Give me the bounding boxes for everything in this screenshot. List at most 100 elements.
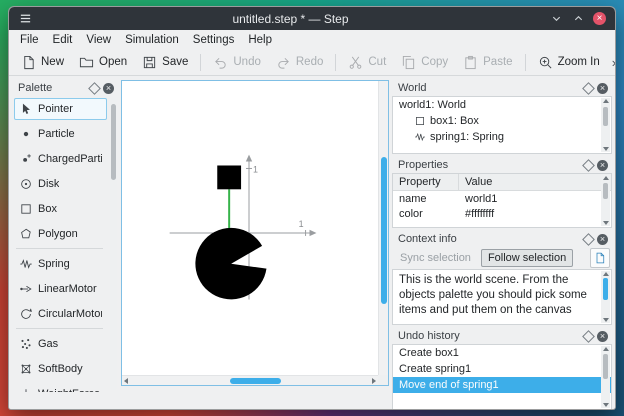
disk-object[interactable] — [195, 227, 267, 300]
close-panel-icon[interactable] — [103, 82, 114, 94]
scroll-down-icon[interactable] — [602, 221, 609, 225]
float-panel-icon[interactable] — [582, 81, 595, 95]
property-row-name[interactable]: name world1 — [393, 191, 611, 206]
undo-panel-header[interactable]: Undo history — [392, 328, 612, 344]
palette-item-box[interactable]: Box — [14, 198, 107, 220]
follow-selection-button[interactable]: Follow selection — [480, 249, 574, 267]
palette-panel-header[interactable]: Palette — [12, 80, 118, 96]
scene-vertical-scrollbar[interactable] — [378, 81, 388, 375]
scene-horizontal-scrollbar-thumb[interactable] — [229, 378, 281, 384]
undo-icon — [215, 57, 226, 69]
close-panel-icon[interactable] — [597, 330, 608, 342]
undo-scrollbar[interactable] — [601, 346, 610, 408]
tree-item-box1[interactable]: box1: Box — [393, 113, 611, 129]
context-document-button[interactable] — [590, 248, 610, 268]
open-button[interactable]: Open — [72, 52, 134, 73]
hamburger-menu-icon[interactable] — [18, 12, 32, 26]
property-cell[interactable]: name — [393, 193, 459, 205]
redo-button[interactable]: Redo — [269, 52, 331, 73]
scroll-left-icon[interactable] — [124, 377, 128, 384]
palette-item-chargedparticle[interactable]: ChargedParticle — [14, 148, 107, 170]
properties-scrollbar-thumb[interactable] — [603, 182, 608, 199]
menu-view[interactable]: View — [79, 32, 118, 48]
palette-item-gas[interactable]: Gas — [14, 333, 107, 355]
undo-button[interactable]: Undo — [206, 52, 268, 73]
menu-simulation[interactable]: Simulation — [118, 32, 186, 48]
undo-item-create-spring1[interactable]: Create spring1 — [393, 361, 611, 377]
close-window-icon[interactable]: × — [593, 12, 606, 25]
scroll-up-icon[interactable] — [602, 176, 609, 180]
world-scrollbar[interactable] — [601, 98, 610, 152]
palette-item-circularmotor[interactable]: CircularMotor — [14, 303, 107, 325]
property-cell[interactable]: color — [393, 208, 459, 220]
titlebar[interactable]: untitled.step * — Step × — [9, 7, 615, 30]
menu-file[interactable]: File — [13, 32, 46, 48]
properties-table-header[interactable]: Property Value — [393, 174, 611, 191]
scroll-right-icon[interactable] — [372, 377, 376, 384]
column-value[interactable]: Value — [459, 176, 611, 188]
palette-item-polygon[interactable]: Polygon — [14, 223, 107, 245]
undo-item-create-box1[interactable]: Create box1 — [393, 345, 611, 361]
save-button[interactable]: Save — [135, 52, 195, 73]
close-panel-icon[interactable] — [597, 233, 608, 245]
scroll-up-icon[interactable] — [602, 272, 609, 276]
zoom-in-button[interactable]: Zoom In — [531, 52, 607, 73]
world-scrollbar-thumb[interactable] — [603, 107, 608, 127]
cut-button[interactable]: Cut — [341, 52, 393, 73]
float-panel-icon[interactable] — [582, 232, 595, 246]
palette-item-weightforce[interactable]: WeightForce — [14, 383, 107, 392]
undo-item-move-end-of-spring1[interactable]: Move end of spring1 — [393, 377, 611, 393]
scene-canvas[interactable]: 1 1 — [122, 81, 378, 375]
palette-item-disk[interactable]: Disk — [14, 173, 107, 195]
scrollbar-corner — [378, 375, 388, 385]
column-property[interactable]: Property — [393, 174, 459, 190]
float-panel-icon[interactable] — [582, 329, 595, 343]
tree-item-label: spring1: Spring — [430, 131, 504, 143]
scene-canvas-area[interactable]: 1 1 — [122, 81, 378, 375]
value-cell[interactable]: world1 — [459, 193, 611, 205]
float-panel-icon[interactable] — [88, 81, 101, 95]
world-panel-header[interactable]: World — [392, 80, 612, 96]
tree-item-spring1[interactable]: spring1: Spring — [393, 129, 611, 145]
undo-scrollbar-thumb[interactable] — [603, 354, 608, 379]
menu-help[interactable]: Help — [241, 32, 279, 48]
scene-horizontal-scrollbar[interactable] — [122, 375, 378, 385]
palette-item-spring[interactable]: Spring — [14, 253, 107, 275]
context-scrollbar[interactable] — [601, 271, 610, 323]
close-panel-icon[interactable] — [597, 159, 608, 171]
open-folder-icon — [79, 57, 94, 67]
properties-scrollbar[interactable] — [601, 175, 610, 226]
close-panel-icon[interactable] — [597, 82, 608, 94]
menu-settings[interactable]: Settings — [186, 32, 242, 48]
context-panel-header[interactable]: Context info — [392, 231, 612, 247]
undo-item-label: Create spring1 — [399, 363, 472, 375]
new-button[interactable]: New — [14, 52, 71, 73]
palette-item-softbody[interactable]: SoftBody — [14, 358, 107, 380]
box1-object[interactable] — [217, 165, 242, 190]
property-row-color[interactable]: color #ffffffff — [393, 206, 611, 221]
tree-item-world1[interactable]: world1: World — [393, 97, 611, 113]
scroll-down-icon[interactable] — [602, 403, 609, 407]
maximize-icon[interactable] — [571, 12, 585, 26]
sync-selection-button[interactable]: Sync selection — [394, 249, 477, 267]
scroll-up-icon[interactable] — [602, 99, 609, 103]
toolbar-overflow-icon[interactable]: › — [608, 55, 615, 70]
palette-scrollbar-thumb[interactable] — [111, 103, 116, 180]
scroll-down-icon[interactable] — [602, 318, 609, 322]
scroll-up-icon[interactable] — [602, 347, 609, 351]
palette-item-pointer[interactable]: Pointer — [14, 98, 107, 120]
palette-scrollbar[interactable] — [110, 98, 117, 390]
value-cell[interactable]: #ffffffff — [459, 208, 611, 220]
palette-item-linearmotor[interactable]: LinearMotor — [14, 278, 107, 300]
scroll-down-icon[interactable] — [602, 147, 609, 151]
copy-button[interactable]: Copy — [394, 52, 455, 73]
properties-panel-header[interactable]: Properties — [392, 157, 612, 173]
context-scrollbar-thumb[interactable] — [603, 277, 608, 300]
minimize-icon[interactable] — [549, 12, 563, 26]
float-panel-icon[interactable] — [582, 158, 595, 172]
menu-edit[interactable]: Edit — [46, 32, 80, 48]
scene-vertical-scrollbar-thumb[interactable] — [381, 157, 387, 305]
spring-icon — [415, 132, 425, 142]
palette-item-particle[interactable]: Particle — [14, 123, 107, 145]
paste-button[interactable]: Paste — [456, 52, 519, 73]
